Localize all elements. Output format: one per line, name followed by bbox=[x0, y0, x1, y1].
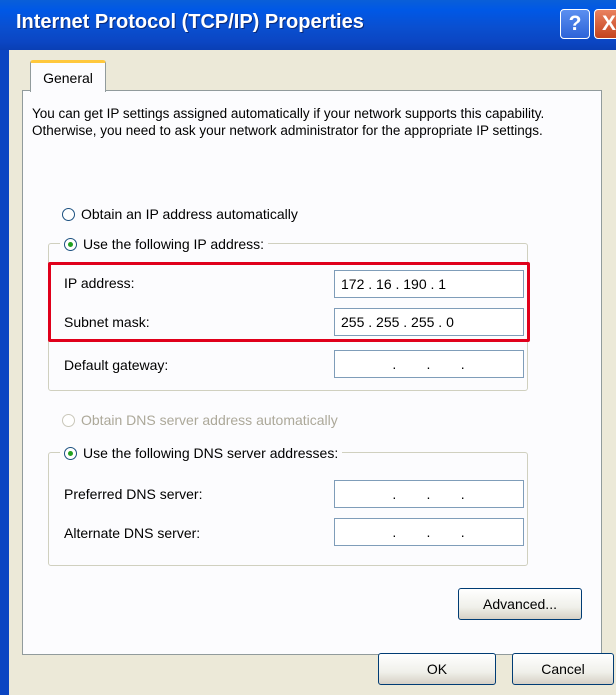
help-button[interactable]: ? bbox=[560, 9, 590, 39]
radio-obtain-ip-auto-label: Obtain an IP address automatically bbox=[81, 206, 298, 222]
cancel-button[interactable]: Cancel bbox=[512, 653, 614, 685]
radio-use-following-ip[interactable]: Use the following IP address: bbox=[60, 236, 269, 252]
radio-disabled-icon bbox=[62, 413, 75, 427]
intro-text: You can get IP settings assigned automat… bbox=[32, 106, 545, 138]
preferred-dns-input[interactable]: . . . bbox=[334, 480, 524, 508]
radio-unchecked-icon bbox=[62, 207, 75, 221]
title-bar[interactable]: Internet Protocol (TCP/IP) Properties ? … bbox=[0, 0, 616, 50]
alternate-dns-label: Alternate DNS server: bbox=[64, 525, 201, 541]
preferred-dns-label: Preferred DNS server: bbox=[64, 486, 203, 502]
window-border bbox=[0, 50, 9, 695]
highlight-annotation bbox=[48, 262, 530, 342]
window-title: Internet Protocol (TCP/IP) Properties bbox=[16, 11, 364, 33]
radio-obtain-ip-auto[interactable]: Obtain an IP address automatically bbox=[62, 206, 298, 222]
radio-obtain-dns-auto-label: Obtain DNS server address automatically bbox=[81, 412, 338, 428]
default-gateway-input[interactable]: . . . bbox=[334, 350, 524, 378]
ok-button[interactable]: OK bbox=[378, 653, 496, 685]
tab-general[interactable]: General bbox=[30, 60, 106, 92]
radio-use-following-dns-label: Use the following DNS server addresses: bbox=[83, 445, 339, 461]
close-icon: X bbox=[601, 12, 616, 35]
radio-obtain-dns-auto: Obtain DNS server address automatically bbox=[62, 412, 338, 428]
default-gateway-label: Default gateway: bbox=[64, 357, 169, 373]
dialog-window: Internet Protocol (TCP/IP) Properties ? … bbox=[0, 0, 616, 695]
radio-checked-icon bbox=[64, 446, 77, 460]
close-button[interactable]: X bbox=[594, 9, 616, 39]
advanced-button[interactable]: Advanced... bbox=[458, 588, 582, 620]
dns-groupbox bbox=[48, 452, 528, 566]
radio-checked-icon bbox=[64, 237, 77, 251]
radio-use-following-dns[interactable]: Use the following DNS server addresses: bbox=[60, 445, 343, 461]
radio-use-following-ip-label: Use the following IP address: bbox=[83, 236, 265, 252]
help-icon: ? bbox=[568, 12, 582, 35]
alternate-dns-input[interactable]: . . . bbox=[334, 518, 524, 546]
